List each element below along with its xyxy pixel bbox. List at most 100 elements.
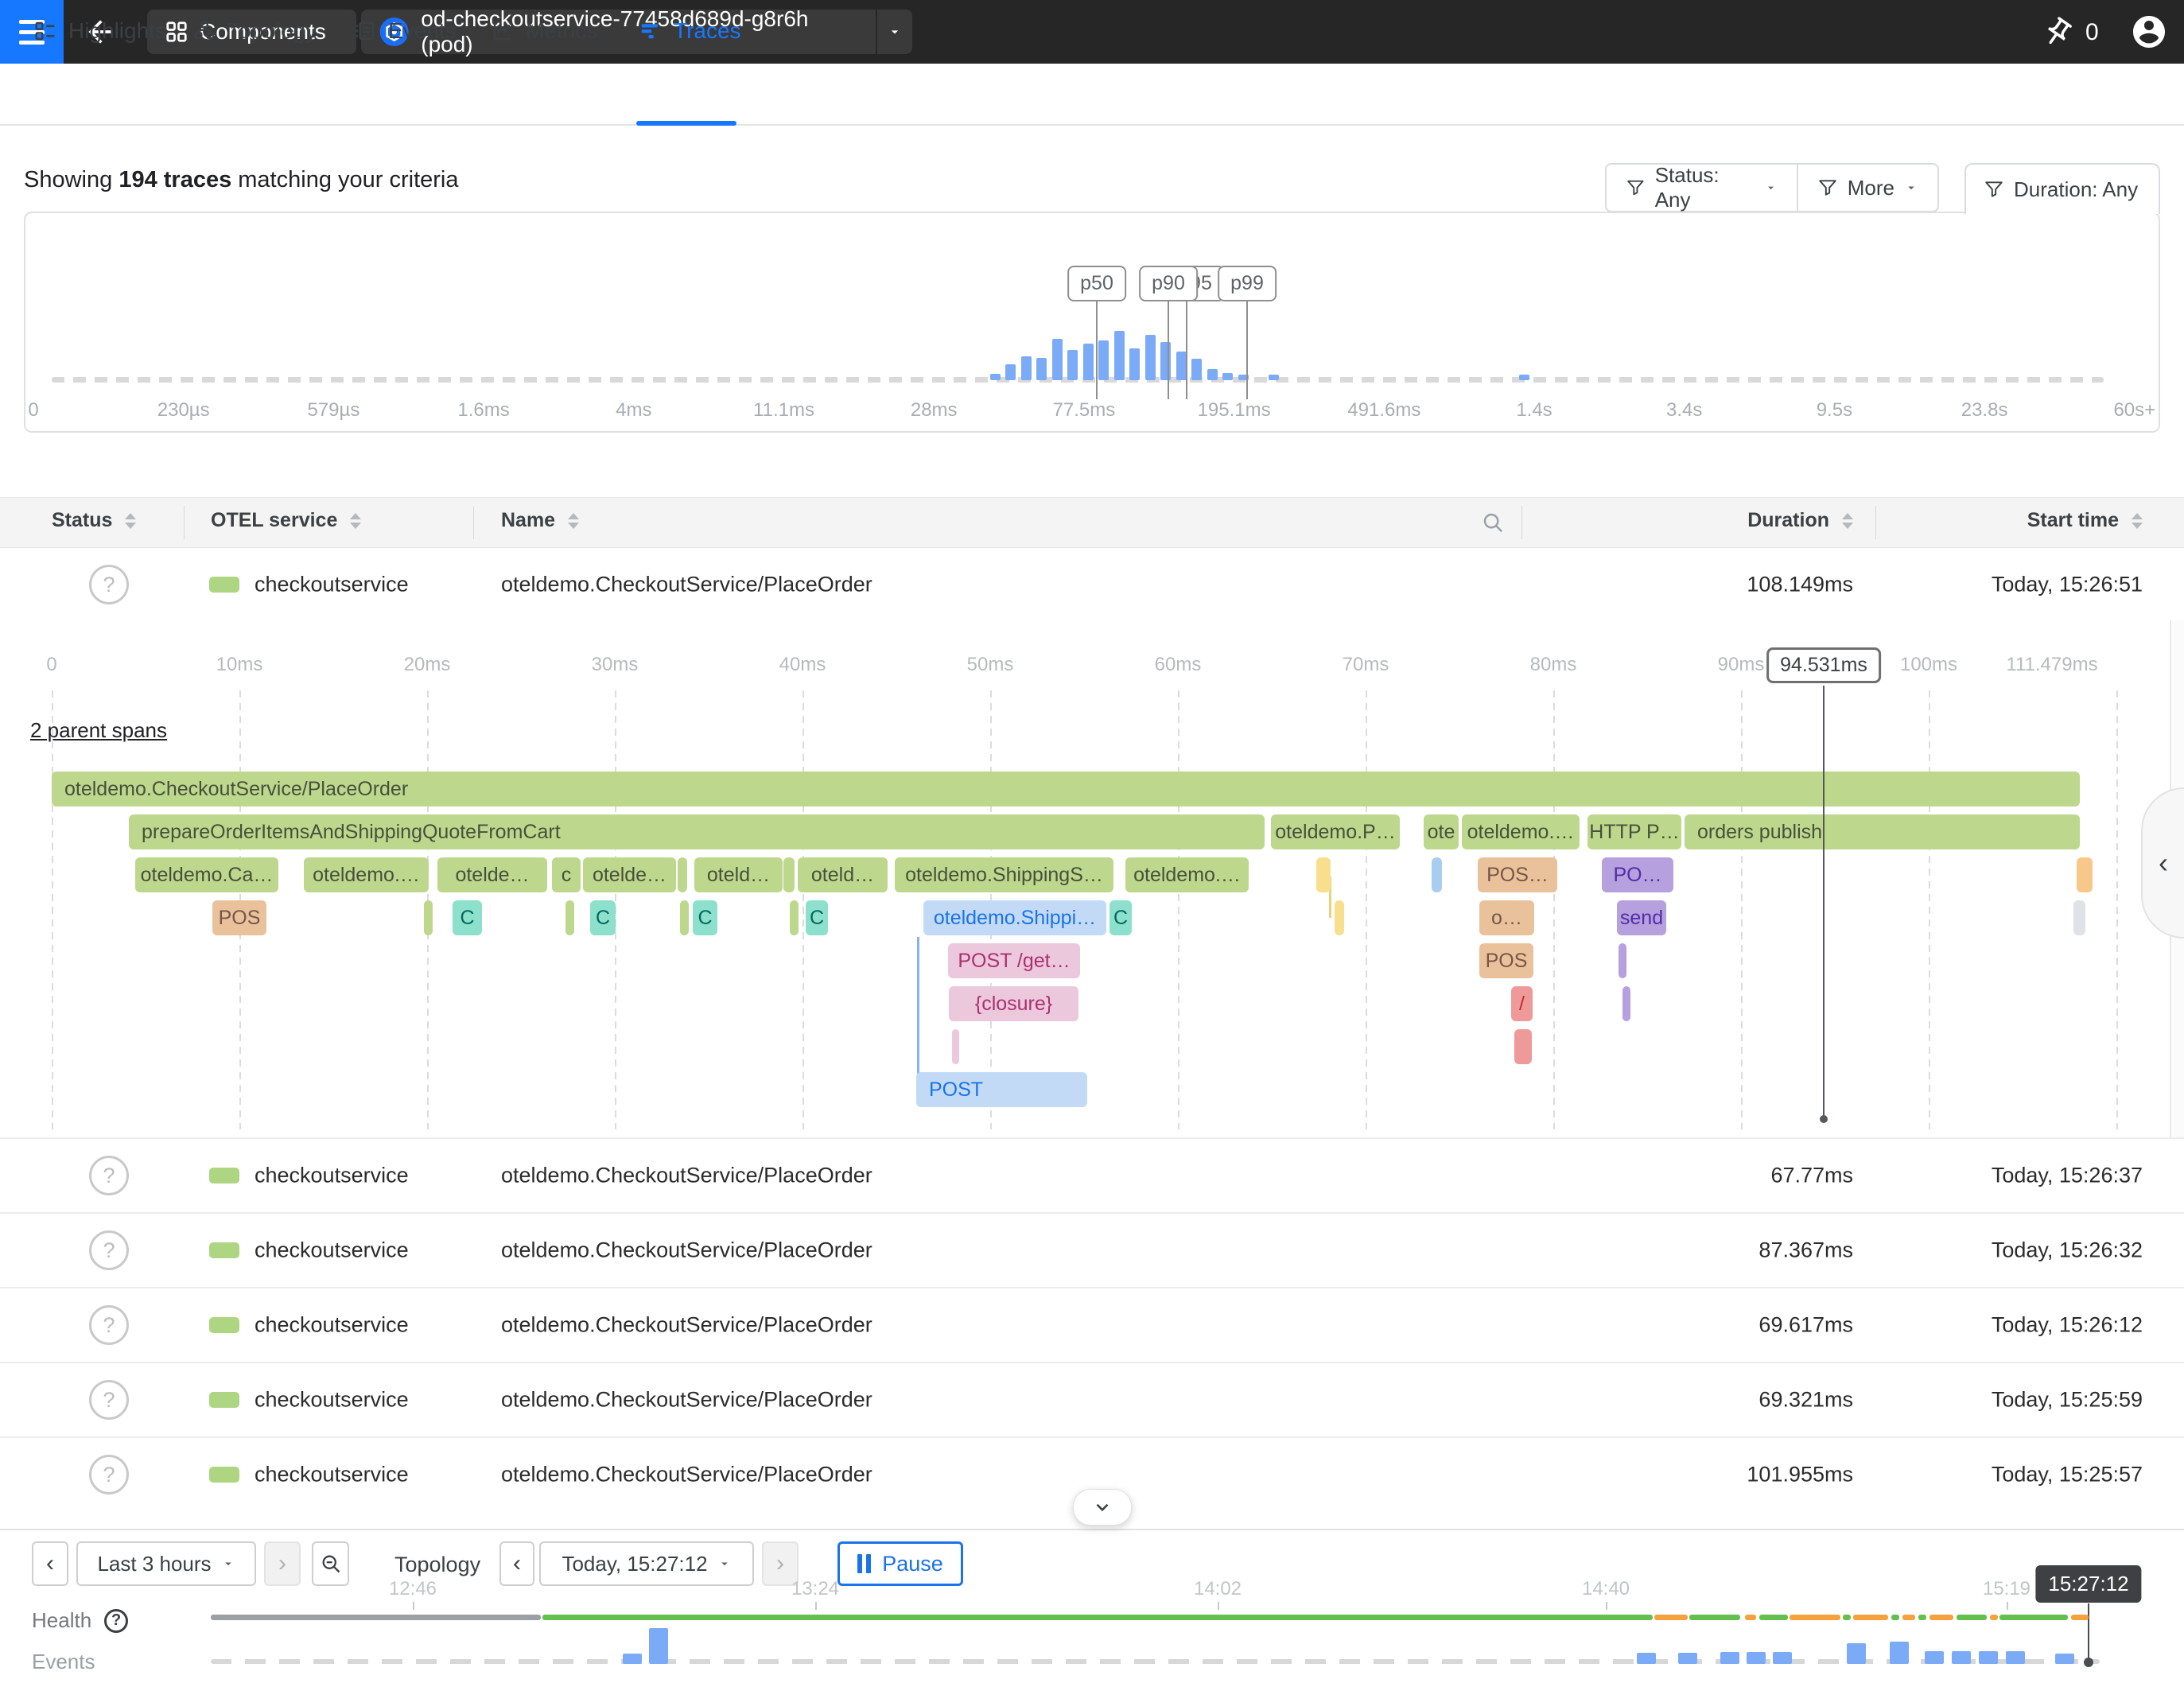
timerange-forward-button[interactable]: › <box>264 1541 301 1586</box>
timerange-back-button[interactable]: ‹ <box>32 1541 68 1586</box>
trace-row[interactable]: ? checkoutservice oteldemo.CheckoutServi… <box>0 1287 2184 1362</box>
histogram-bar[interactable] <box>1207 369 1218 380</box>
span-bar[interactable] <box>1514 1029 1532 1064</box>
span-bar[interactable]: POS… <box>1478 857 1557 892</box>
span-bar[interactable] <box>678 857 687 892</box>
span-bar[interactable]: oteldemo.ShippingS… <box>895 857 1113 892</box>
time-back-button[interactable]: ‹ <box>499 1541 534 1586</box>
histogram-bar[interactable] <box>990 374 1001 380</box>
cursor-time-badge[interactable]: 15:27:12 <box>2035 1565 2141 1603</box>
help-icon[interactable]: ? <box>104 1609 128 1633</box>
span-bar[interactable]: oteldemo.… <box>1125 857 1249 892</box>
event-bar[interactable] <box>649 1628 668 1664</box>
span-bar[interactable]: C <box>590 900 616 935</box>
span-bar[interactable]: o… <box>1479 900 1534 935</box>
tab-traces[interactable]: Traces <box>639 11 741 51</box>
histogram-bar[interactable] <box>1191 359 1202 380</box>
span-bar[interactable]: oteldemo.… <box>304 857 429 892</box>
tab-metrics[interactable]: Metrics <box>491 11 597 51</box>
span-bar[interactable]: otelde… <box>583 857 676 892</box>
event-bar[interactable] <box>1773 1652 1792 1664</box>
histogram-bar[interactable] <box>1036 358 1047 380</box>
column-otel-service[interactable]: OTEL service <box>211 509 361 532</box>
span-bar[interactable] <box>1619 943 1626 978</box>
event-bar[interactable] <box>1890 1642 1909 1664</box>
span-bar[interactable]: POS <box>1479 943 1533 978</box>
histogram-bar[interactable] <box>1519 375 1529 380</box>
span-bar[interactable] <box>1316 857 1331 892</box>
span-bar[interactable]: orders publish <box>1685 814 2080 849</box>
span-bar[interactable]: oteldemo.CheckoutService/PlaceOrder <box>52 772 2080 807</box>
event-bar[interactable] <box>1678 1653 1697 1664</box>
time-select[interactable]: Today, 15:27:12 <box>539 1541 754 1586</box>
cursor-line[interactable] <box>2088 1603 2089 1662</box>
histogram-bar[interactable] <box>1114 331 1125 380</box>
histogram-bar[interactable] <box>1005 364 1016 380</box>
span-bar[interactable]: POS <box>212 900 266 935</box>
column-start-time[interactable]: Start time <box>2027 509 2143 532</box>
span-bar[interactable]: C <box>1109 900 1132 935</box>
span-bar[interactable] <box>565 900 574 935</box>
span-bar[interactable] <box>680 900 689 935</box>
histogram-bar[interactable] <box>1145 335 1156 380</box>
span-bar[interactable]: HTTP P… <box>1587 814 1681 849</box>
avatar[interactable] <box>2130 13 2168 55</box>
trace-row[interactable]: ? checkoutservice oteldemo.CheckoutServi… <box>0 1212 2184 1287</box>
span-bar[interactable] <box>424 900 433 935</box>
collapse-panel-handle[interactable]: ‹ <box>2141 787 2184 939</box>
span-bar[interactable]: C <box>806 900 828 935</box>
percentile-badge-p90[interactable]: p90 <box>1139 266 1198 301</box>
span-bar[interactable]: oteldemo.Ca… <box>135 857 278 892</box>
status-filter-button[interactable]: Status: Any <box>1607 165 1797 211</box>
histogram-bar[interactable] <box>1160 342 1171 380</box>
duration-marker-line[interactable] <box>1823 686 1825 1118</box>
parent-spans-link[interactable]: 2 parent spans <box>30 718 167 743</box>
search-icon[interactable] <box>1481 511 1505 538</box>
expand-rows-button[interactable] <box>1073 1489 1132 1526</box>
span-bar[interactable]: C <box>693 900 717 935</box>
span-bar[interactable]: send <box>1617 900 1666 935</box>
span-bar[interactable]: POST <box>916 1072 1087 1107</box>
duration-marker-badge[interactable]: 94.531ms <box>1766 647 1881 683</box>
span-bar[interactable]: oteldemo.… <box>1462 814 1580 849</box>
span-bar[interactable] <box>783 857 795 892</box>
span-bar[interactable]: prepareOrderItemsAndShippingQuoteFromCar… <box>129 814 1265 849</box>
span-bar[interactable]: C <box>453 900 482 935</box>
event-bar[interactable] <box>1637 1653 1656 1664</box>
more-filter-button[interactable]: More <box>1798 165 1937 211</box>
event-bar[interactable] <box>623 1654 642 1664</box>
span-bar[interactable]: PO… <box>1602 857 1673 892</box>
span-bar[interactable]: / <box>1511 986 1533 1021</box>
event-bar[interactable] <box>1747 1652 1766 1664</box>
span-bar[interactable]: oteld… <box>694 857 783 892</box>
timerange-select[interactable]: Last 3 hours <box>76 1541 256 1586</box>
histogram-bar[interactable] <box>1098 340 1109 380</box>
column-status[interactable]: Status <box>52 509 136 532</box>
histogram-bar[interactable] <box>1021 356 1032 380</box>
event-bar[interactable] <box>2055 1654 2074 1664</box>
span-bar[interactable] <box>790 900 799 935</box>
span-bar[interactable] <box>1622 986 1630 1021</box>
column-name[interactable]: Name <box>501 509 579 532</box>
event-bar[interactable] <box>1847 1643 1866 1664</box>
column-duration[interactable]: Duration <box>1747 509 1853 532</box>
pin-icon[interactable] <box>2041 16 2074 53</box>
trace-row[interactable]: ? checkoutservice oteldemo.CheckoutServi… <box>0 1137 2184 1212</box>
event-bar[interactable] <box>1720 1652 1739 1664</box>
span-bar[interactable]: ote <box>1424 814 1459 849</box>
histogram-bar[interactable] <box>1129 348 1140 380</box>
histogram-bar[interactable] <box>1269 375 1279 380</box>
event-bar[interactable] <box>2006 1651 2025 1664</box>
histogram-bar[interactable] <box>1067 350 1078 380</box>
pause-button[interactable]: Pause <box>837 1541 963 1586</box>
histogram-bar[interactable] <box>1052 339 1063 380</box>
span-bar[interactable]: c <box>552 857 581 892</box>
event-bar[interactable] <box>1979 1651 1998 1664</box>
histogram-bar[interactable] <box>1083 344 1094 380</box>
percentile-badge-p99[interactable]: p99 <box>1218 266 1277 301</box>
span-bar[interactable] <box>1335 900 1344 935</box>
event-bar[interactable] <box>1925 1651 1944 1664</box>
span-bar[interactable]: {closure} <box>949 986 1078 1021</box>
span-bar[interactable] <box>2073 900 2085 935</box>
histogram-bar[interactable] <box>1222 373 1233 380</box>
